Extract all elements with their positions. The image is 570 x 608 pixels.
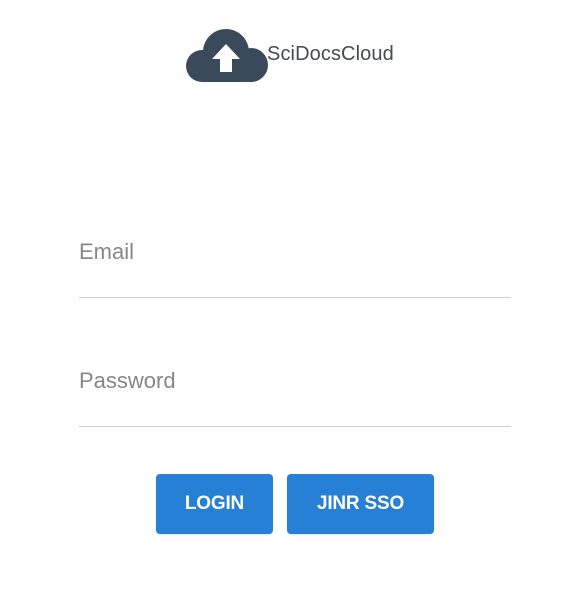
email-field bbox=[79, 237, 511, 298]
password-input[interactable] bbox=[79, 366, 511, 396]
app-name: SciDocsCloud bbox=[267, 43, 394, 65]
app-brand: SciDocsCloud bbox=[184, 28, 444, 84]
cloud-upload-icon bbox=[186, 29, 268, 82]
email-input[interactable] bbox=[79, 237, 511, 267]
jinr-sso-button[interactable]: JINR SSO bbox=[287, 474, 434, 534]
password-field bbox=[79, 366, 511, 427]
login-button[interactable]: LOGIN bbox=[156, 474, 273, 534]
